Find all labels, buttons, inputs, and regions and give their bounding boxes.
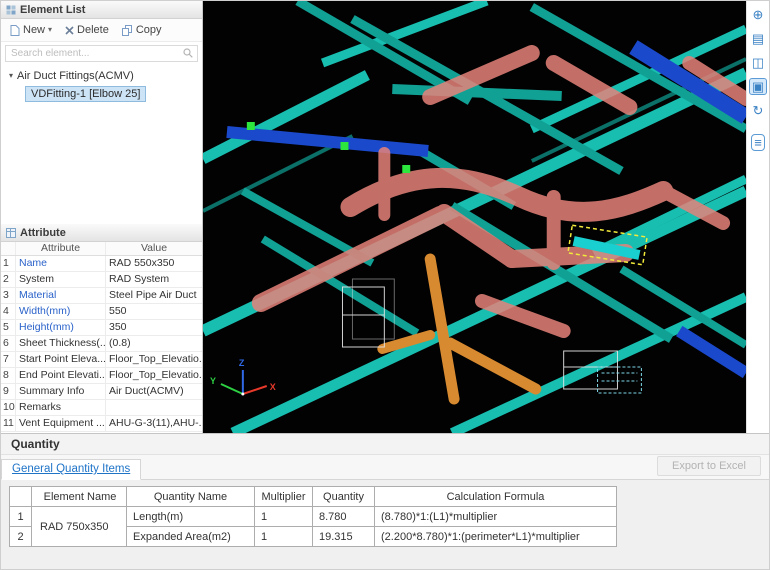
axis-x-label: X [270, 382, 276, 392]
copy-button[interactable]: Copy [116, 21, 168, 39]
attribute-row-remarks[interactable]: 10 Remarks [1, 400, 202, 416]
num-col-header [10, 487, 32, 507]
quantity-title: Quantity [11, 437, 60, 451]
notes-button[interactable]: ≡ [751, 134, 765, 151]
attribute-row-name[interactable]: 1 Name RAD 550x350 [1, 256, 202, 272]
attribute-icon [6, 228, 16, 238]
search-wrap [5, 45, 198, 62]
quantity-row-length[interactable]: 1 RAD 750x350 Length(m) 1 8.780 (8.780)*… [10, 507, 617, 527]
wireframe-view-button[interactable]: ◫ [749, 54, 767, 71]
refresh-view-button[interactable]: ↻ [750, 102, 767, 119]
element-list-header: Element List [1, 1, 202, 19]
delete-x-icon [65, 26, 74, 35]
search-icon [183, 48, 193, 58]
axis-z-label: Z [239, 358, 245, 368]
quantity-table-wrap: Element Name Quantity Name Multiplier Qu… [1, 480, 769, 547]
attribute-row-height[interactable]: 5 Height(mm) 350 [1, 320, 202, 336]
attribute-row-vent-equipment[interactable]: 11 Vent Equipment ... AHU-G-3(11),AHU-..… [1, 416, 202, 432]
attribute-row-system[interactable]: 2 System RAD System [1, 272, 202, 288]
refresh-view-icon: ↻ [753, 103, 764, 118]
new-button-label: New [23, 24, 45, 36]
delete-button-label: Delete [77, 24, 109, 36]
element-name-cell: RAD 750x350 [32, 507, 127, 547]
element-list-icon [6, 5, 16, 15]
attribute-row-material[interactable]: 3 Material Steel Pipe Air Duct [1, 288, 202, 304]
attribute-row-start-elevation[interactable]: 7 Start Point Eleva... Floor_Top_Elevati… [1, 352, 202, 368]
search-input[interactable] [5, 45, 198, 62]
delete-button[interactable]: Delete [59, 21, 115, 39]
screen-view-icon: ▤ [752, 31, 764, 46]
attribute-table-header: Attribute Value [1, 242, 202, 256]
quantity-name-col-header: Quantity Name [127, 487, 255, 507]
value-col-header: Value [106, 242, 202, 255]
attribute-row-end-elevation[interactable]: 8 End Point Elevati... Floor_Top_Elevati… [1, 368, 202, 384]
quantity-panel-header: Quantity [1, 434, 769, 455]
element-list-panel: Element List New ▾ [1, 1, 202, 224]
left-sidebar: Element List New ▾ [1, 1, 203, 433]
notes-icon: ≡ [754, 135, 762, 150]
tree-node-label: Air Duct Fittings(ACMV) [17, 70, 134, 82]
copy-button-label: Copy [136, 24, 162, 36]
element-list-title: Element List [20, 4, 85, 16]
attribute-col-header: Attribute [16, 242, 106, 255]
quantity-table: Element Name Quantity Name Multiplier Qu… [9, 486, 617, 547]
top-region: Element List New ▾ [1, 1, 769, 433]
attribute-row-width[interactable]: 4 Width(mm) 550 [1, 304, 202, 320]
quantity-panel: Quantity General Quantity Items Export t… [1, 433, 769, 569]
viewport-3d[interactable]: X Y Z [203, 1, 746, 433]
element-name-col-header: Element Name [32, 487, 127, 507]
tree-node-vdfitting-selected[interactable]: VDFitting-1 [Elbow 25] [25, 86, 146, 102]
screen-view-button[interactable]: ▤ [749, 30, 767, 47]
attribute-row-sheet-thickness[interactable]: 6 Sheet Thickness(... (0.8) [1, 336, 202, 352]
new-button[interactable]: New ▾ [4, 21, 58, 39]
solid-view-icon: ▣ [752, 79, 764, 94]
copy-icon [122, 25, 133, 36]
axis-y-label: Y [210, 376, 216, 386]
quantity-tabstrip: General Quantity Items Export to Excel [1, 455, 769, 480]
quantity-col-header: Quantity [313, 487, 375, 507]
quantity-table-header-row: Element Name Quantity Name Multiplier Qu… [10, 487, 617, 507]
new-page-icon [10, 25, 20, 36]
app-window: Element List New ▾ [0, 0, 770, 570]
attribute-row-summary-info[interactable]: 9 Summary Info Air Duct(ACMV) [1, 384, 202, 400]
element-list-toolbar: New ▾ Delete [1, 19, 202, 42]
attribute-table: Attribute Value 1 Name RAD 550x350 2 Sys… [1, 242, 202, 433]
tree-expander-icon[interactable]: ▾ [9, 72, 13, 80]
attribute-title: Attribute [20, 227, 66, 239]
orbit-view-button[interactable]: ⊕ [750, 6, 767, 23]
attribute-panel: Attribute Attribute Value 1 Name RAD 550… [1, 224, 202, 433]
duct-model-scene: X Y Z [203, 1, 746, 433]
attribute-header: Attribute [1, 224, 202, 242]
multiplier-col-header: Multiplier [255, 487, 313, 507]
view-toolbar: ⊕ ▤ ◫ ▣ ↻ ≡ [746, 1, 769, 433]
tab-general-quantity-items[interactable]: General Quantity Items [1, 459, 141, 480]
chevron-down-icon: ▾ [48, 26, 52, 34]
formula-col-header: Calculation Formula [375, 487, 617, 507]
element-tree: ▾ Air Duct Fittings(ACMV) VDFitting-1 [E… [1, 64, 202, 224]
solid-view-button[interactable]: ▣ [749, 78, 767, 95]
export-to-excel-button[interactable]: Export to Excel [657, 456, 761, 476]
orbit-view-icon: ⊕ [753, 7, 764, 22]
tree-node-air-duct-fittings[interactable]: ▾ Air Duct Fittings(ACMV) [1, 68, 202, 84]
wireframe-view-icon: ◫ [752, 55, 764, 70]
